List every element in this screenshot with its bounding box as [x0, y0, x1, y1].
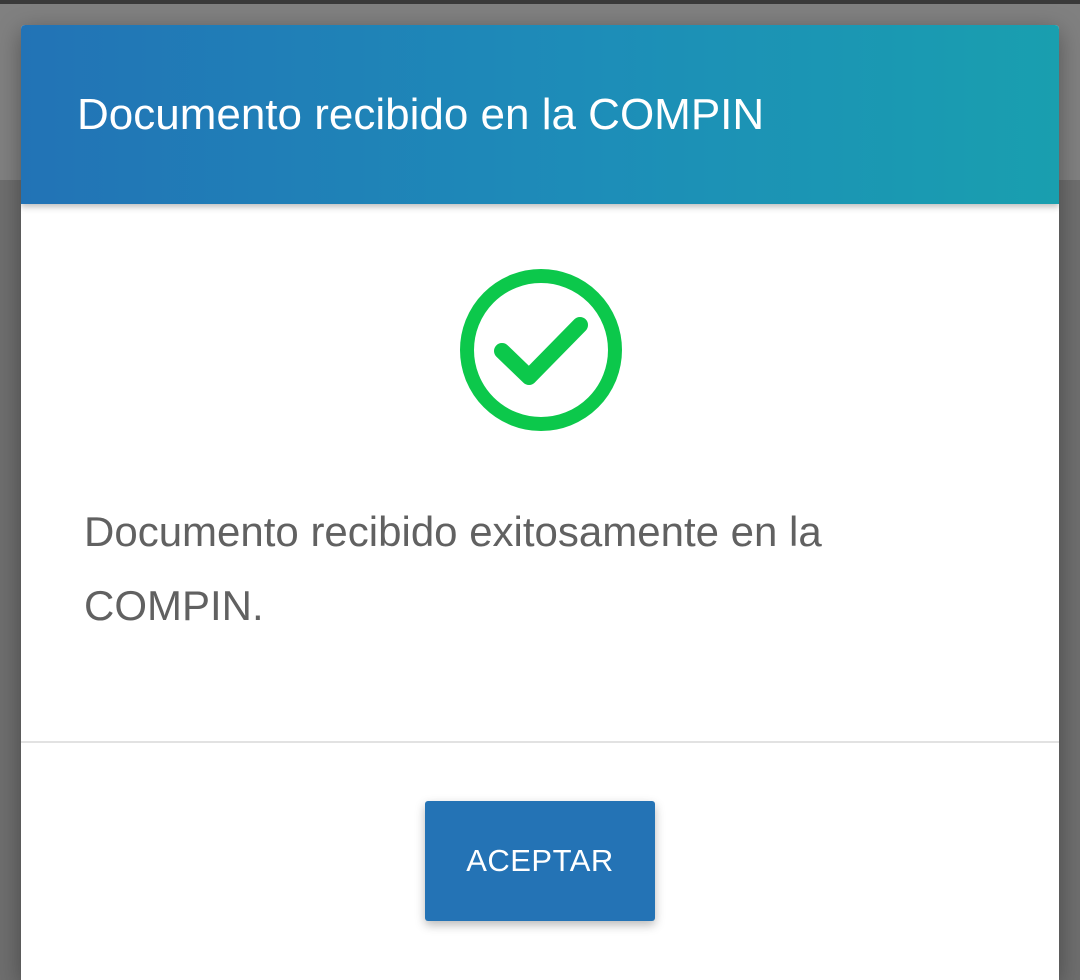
dialog-title: Documento recibido en la COMPIN — [77, 90, 765, 139]
status-bar-edge — [0, 0, 1080, 4]
dialog-message: Documento recibido exitosamente en la CO… — [84, 508, 822, 629]
footer-divider — [21, 741, 1059, 743]
check-circle-icon — [460, 269, 622, 431]
accept-button[interactable]: ACEPTAR — [425, 801, 655, 921]
dialog-header: Documento recibido en la COMPIN — [21, 25, 1059, 204]
success-dialog: Documento recibido en la COMPIN Document… — [21, 25, 1059, 980]
